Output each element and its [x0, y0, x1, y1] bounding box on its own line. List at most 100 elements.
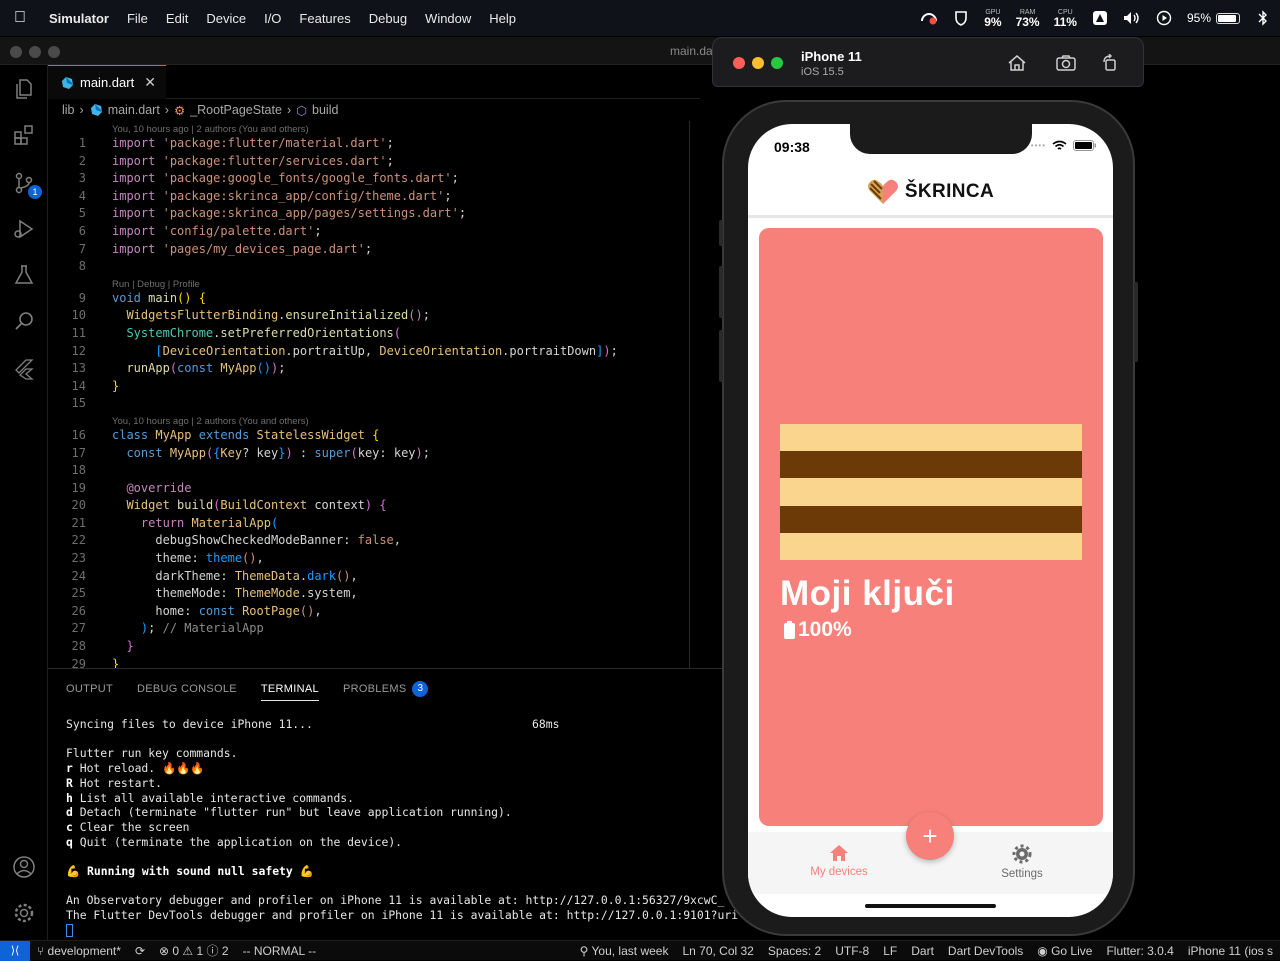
terminal-key: R — [66, 775, 73, 790]
menu-window[interactable]: Window — [416, 11, 480, 26]
volume-icon[interactable] — [1123, 10, 1141, 26]
line-ending[interactable]: LF — [876, 944, 904, 958]
tab-terminal[interactable]: TERMINAL — [260, 677, 319, 701]
battery-full-icon — [784, 621, 795, 639]
testing-icon[interactable] — [10, 261, 38, 289]
dart-devtools[interactable]: Dart DevTools — [941, 944, 1030, 958]
battery-percent: 95% — [1186, 11, 1211, 25]
airdrop-icon[interactable] — [1091, 10, 1109, 26]
ram-stat[interactable]: RAM 73% — [1016, 9, 1040, 28]
add-device-button[interactable]: + — [906, 812, 954, 860]
explorer-icon[interactable] — [10, 75, 38, 103]
menu-app-name[interactable]: Simulator — [40, 11, 118, 26]
breadcrumb-method[interactable]: build — [312, 103, 338, 117]
simulator-os-version: iOS 15.5 — [801, 66, 844, 78]
breadcrumb-lib[interactable]: lib — [62, 103, 75, 117]
menu-io[interactable]: I/O — [255, 11, 290, 26]
simulator-zoom-button[interactable] — [771, 57, 783, 69]
extensions-icon[interactable] — [10, 121, 38, 149]
problems-summary[interactable]: ⊗ 0 ⚠ 1 ⓘ 2 — [152, 942, 236, 959]
search-icon[interactable] — [10, 307, 38, 335]
terminal-key: r — [66, 761, 73, 776]
simulator-toolbar: iPhone 11 iOS 15.5 — [712, 37, 1144, 87]
menu-debug[interactable]: Debug — [360, 11, 416, 26]
chevron-right-icon: › — [164, 103, 169, 117]
warning-count: 1 — [196, 944, 204, 958]
menu-help[interactable]: Help — [480, 11, 525, 26]
tab-main-dart[interactable]: main.dart ✕ — [48, 65, 166, 99]
phone-screen: 09:38 •••• ŠKRINCA Moji ključi 100% My d… — [748, 124, 1113, 917]
class-icon: ⚙ — [173, 103, 186, 118]
menu-edit[interactable]: Edit — [157, 11, 197, 26]
rotate-icon[interactable] — [1099, 52, 1121, 74]
mute-switch[interactable] — [719, 220, 723, 246]
display-record-icon[interactable] — [920, 10, 938, 26]
close-window-button[interactable] — [10, 46, 22, 58]
bluetooth-icon[interactable] — [1254, 10, 1272, 26]
target-device[interactable]: iPhone 11 (ios s — [1181, 944, 1280, 958]
phone-battery-icon — [1073, 140, 1096, 151]
code-editor[interactable]: You, 10 hours ago | 2 authors (You and o… — [48, 121, 689, 669]
home-icon[interactable] — [1006, 52, 1028, 74]
now-playing-icon[interactable] — [1155, 10, 1173, 26]
chevron-right-icon: › — [79, 103, 84, 117]
close-tab-icon[interactable]: ✕ — [144, 74, 156, 91]
terminal-output[interactable]: Syncing files to device iPhone 11... 68ms… — [66, 717, 756, 938]
run-debug-icon[interactable] — [10, 215, 38, 243]
skrinca-heart-logo — [867, 179, 898, 204]
git-blame[interactable]: ⚲ You, last week — [573, 944, 676, 958]
gpu-stat[interactable]: GPU 9% — [984, 9, 1001, 28]
menu-file[interactable]: File — [118, 11, 157, 26]
minimize-window-button[interactable] — [29, 46, 41, 58]
menu-features[interactable]: Features — [290, 11, 359, 26]
simulator-close-button[interactable] — [733, 57, 745, 69]
side-button[interactable] — [1134, 282, 1138, 362]
sync-icon[interactable]: ⟳ — [128, 944, 152, 958]
shield-icon[interactable] — [952, 10, 970, 26]
encoding[interactable]: UTF-8 — [828, 944, 876, 958]
breadcrumb-class[interactable]: _RootPageState — [190, 103, 282, 117]
info-count: 2 — [221, 944, 229, 958]
home-icon — [830, 845, 848, 861]
manage-gear-icon[interactable] — [10, 899, 38, 927]
device-card[interactable]: Moji ključi 100% — [759, 228, 1103, 826]
git-branch[interactable]: ⑂ development* — [30, 944, 128, 958]
tab-debug-console[interactable]: DEBUG CONSOLE — [137, 677, 237, 701]
breadcrumb-file[interactable]: main.dart — [108, 103, 160, 117]
menu-device[interactable]: Device — [197, 11, 255, 26]
editor-split-divider[interactable] — [689, 121, 690, 669]
accounts-icon[interactable] — [10, 853, 38, 881]
volume-up-button[interactable] — [719, 266, 723, 318]
branch-name: development* — [47, 943, 121, 958]
tab-problems[interactable]: PROBLEMS 3 — [343, 677, 429, 701]
volume-down-button[interactable] — [719, 330, 723, 382]
terminal-cmd: Hot reload. 🔥🔥🔥 — [72, 761, 205, 776]
language-mode[interactable]: Dart — [904, 944, 941, 958]
go-live-label: Go Live — [1051, 944, 1093, 958]
screenshot-icon[interactable] — [1055, 52, 1077, 74]
source-control-icon[interactable]: 1 — [10, 169, 42, 199]
indentation[interactable]: Spaces: 2 — [761, 944, 828, 958]
flutter-icon[interactable] — [10, 355, 38, 383]
simulator-minimize-button[interactable] — [752, 57, 764, 69]
zoom-window-button[interactable] — [48, 46, 60, 58]
cursor-position[interactable]: Ln 70, Col 32 — [675, 944, 760, 958]
gpu-value: 9% — [984, 14, 1002, 29]
cpu-stat[interactable]: CPU 11% — [1054, 9, 1077, 28]
nav-my-devices-label: My devices — [810, 866, 868, 878]
terminal-cursor — [66, 923, 73, 937]
device-battery: 100% — [784, 618, 852, 642]
battery-status[interactable]: 95% — [1187, 11, 1240, 25]
remote-indicator-icon[interactable]: ⟩⟨ — [0, 940, 30, 961]
go-live[interactable]: ◉ Go Live — [1030, 944, 1099, 958]
nav-my-devices[interactable]: My devices — [779, 844, 899, 878]
method-cube-icon: ⬡ — [296, 103, 308, 118]
error-count: 0 — [172, 944, 180, 958]
apple-menu-icon[interactable]:  — [0, 9, 40, 27]
nav-settings[interactable]: Settings — [962, 844, 1082, 880]
tab-output[interactable]: OUTPUT — [66, 677, 113, 701]
home-indicator[interactable] — [865, 904, 996, 908]
app-bar: ŠKRINCA — [748, 168, 1113, 218]
flutter-version[interactable]: Flutter: 3.0.4 — [1099, 944, 1180, 958]
ram-value: 73% — [1015, 14, 1040, 29]
